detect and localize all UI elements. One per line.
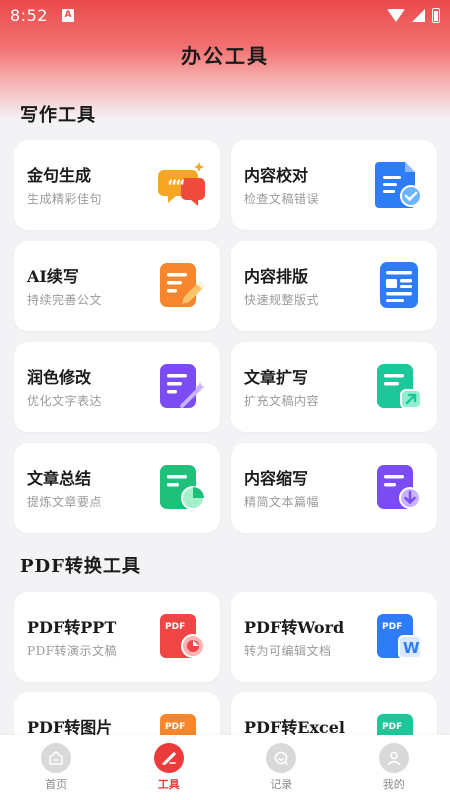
wifi-icon <box>387 8 405 22</box>
history-icon <box>266 743 297 773</box>
document-magic-icon <box>160 364 205 408</box>
card-subtitle: 优化文字表达 <box>27 394 103 408</box>
signal-icon <box>412 8 425 22</box>
document-shrink-icon <box>377 465 421 509</box>
tool-card-polish[interactable]: 润色修改 优化文字表达 <box>14 342 220 432</box>
card-subtitle: 扩充文稿内容 <box>244 394 320 408</box>
document-layout-icon <box>380 262 418 308</box>
svg-text:“: “ <box>175 176 186 195</box>
card-subtitle: 持续完善公文 <box>27 293 103 307</box>
document-chart-icon <box>160 465 205 510</box>
tool-card-expand[interactable]: 文章扩写 扩充文稿内容 <box>231 342 437 432</box>
card-subtitle: 快速规整版式 <box>244 293 320 307</box>
tool-card-ai-continue[interactable]: AI续写 持续完善公文 <box>14 241 220 331</box>
nav-label: 首页 <box>45 778 68 791</box>
svg-text:PDF: PDF <box>165 722 185 732</box>
card-title: 内容排版 <box>244 267 309 286</box>
svg-text:W: W <box>403 639 420 657</box>
card-title: AI续写 <box>27 267 79 286</box>
quote-bubble-icon: “ “ <box>158 162 205 206</box>
status-bar: 8:52 A <box>0 0 450 30</box>
svg-text:PDF: PDF <box>382 622 402 632</box>
card-subtitle: 提炼文章要点 <box>27 495 103 509</box>
page-title: 办公工具 <box>181 44 269 68</box>
nav-item-history[interactable]: 记录 <box>241 743 321 792</box>
card-title: 金句生成 <box>27 166 92 185</box>
status-time: 8:52 <box>10 5 48 25</box>
pdf-word-icon: PDF W <box>377 614 422 659</box>
svg-text:PDF: PDF <box>165 622 185 632</box>
card-subtitle: PDF转演示文稿 <box>27 644 118 658</box>
document-check-icon <box>375 162 422 208</box>
battery-icon <box>432 7 440 23</box>
card-subtitle: 生成精彩佳句 <box>27 192 103 206</box>
tool-card-summary[interactable]: 文章总结 提炼文章要点 <box>14 443 220 533</box>
tool-card-golden-sentence[interactable]: 金句生成 生成精彩佳句 “ “ <box>14 140 220 230</box>
tool-card-pdf-to-ppt[interactable]: PDF转PPT PDF转演示文稿 PDF <box>14 592 220 682</box>
tool-card-shorten[interactable]: 内容缩写 精简文本篇幅 <box>231 443 437 533</box>
bottom-navigation: 首页 工具 记录 我的 <box>0 735 450 800</box>
tools-icon <box>153 743 184 773</box>
nav-item-profile[interactable]: 我的 <box>354 743 434 792</box>
tool-card-typesetting[interactable]: 内容排版 快速规整版式 <box>231 241 437 331</box>
nav-label: 记录 <box>270 778 293 791</box>
card-subtitle: 精简文本篇幅 <box>244 495 320 509</box>
profile-icon <box>378 743 409 773</box>
nav-item-home[interactable]: 首页 <box>16 743 96 792</box>
home-icon <box>41 743 72 773</box>
card-title: PDF转PPT <box>27 618 117 637</box>
document-pen-icon <box>160 263 205 307</box>
card-subtitle: 检查文稿错误 <box>244 192 320 206</box>
section-title-writing: 写作工具 <box>20 105 96 126</box>
nav-label: 工具 <box>157 778 180 791</box>
nav-item-tools[interactable]: 工具 <box>129 743 209 792</box>
pdf-ppt-icon: PDF <box>160 614 205 658</box>
card-title: 文章扩写 <box>244 368 309 387</box>
notification-icon: A <box>61 8 74 22</box>
card-title: 润色修改 <box>27 368 92 387</box>
tool-card-proofread[interactable]: 内容校对 检查文稿错误 <box>231 140 437 230</box>
card-title: 内容校对 <box>244 166 309 185</box>
section-title-pdf: PDF转换工具 <box>20 556 141 577</box>
card-title: 文章总结 <box>27 469 92 488</box>
document-expand-icon <box>377 364 422 409</box>
card-title: PDF转Word <box>244 618 345 637</box>
svg-text:PDF: PDF <box>382 722 402 732</box>
card-subtitle: 转为可编辑文档 <box>244 644 332 658</box>
card-title: 内容缩写 <box>244 469 309 488</box>
nav-label: 我的 <box>382 778 405 791</box>
tool-card-pdf-to-word[interactable]: PDF转Word 转为可编辑文档 PDF W <box>231 592 437 682</box>
